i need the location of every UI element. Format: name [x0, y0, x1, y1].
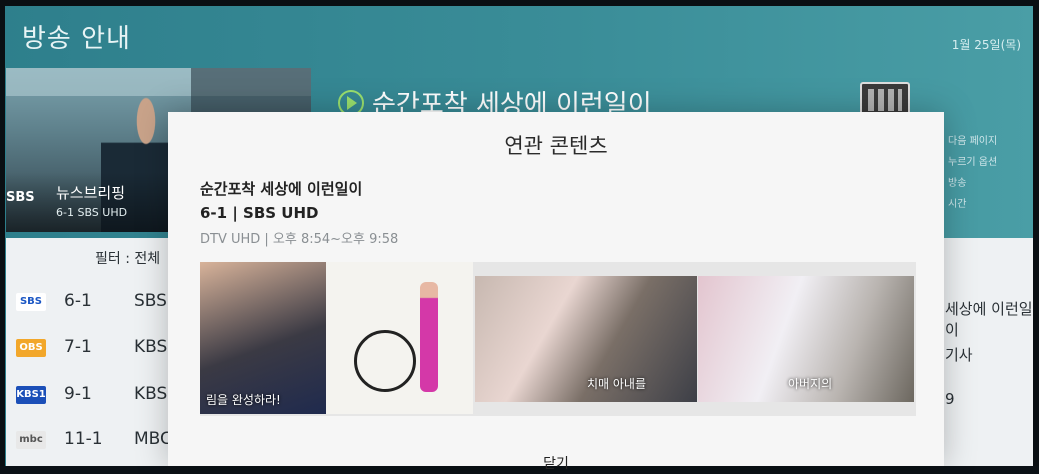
thumbnail-caption: 아버지의	[788, 377, 833, 391]
thumbnail-strip: 림을 완성하라! 치매 아내를 아버지의	[200, 262, 916, 416]
dialog-title: 연관 콘텐츠	[504, 134, 608, 158]
channel-name: MBC	[134, 429, 172, 449]
channel-number: 7-1	[64, 337, 92, 357]
dialog-program-name: 순간포착 세상에 이런일이	[200, 180, 363, 198]
close-button[interactable]: 닫기	[506, 452, 606, 474]
channel-name: SBS	[134, 291, 167, 311]
program-info: 세상에 이런일이	[945, 300, 1033, 339]
tv-bezel	[0, 0, 1039, 6]
channel-number: 9-1	[64, 384, 92, 404]
channel-number: 11-1	[64, 429, 103, 449]
channel-row[interactable]: KBS1 9-1 KBS1	[6, 375, 186, 415]
sbs-logo: SBS	[6, 190, 35, 205]
side-menu-item[interactable]: 다음 페이지	[948, 132, 1033, 153]
illustration-figure	[420, 282, 438, 392]
channel-row[interactable]: mbc 11-1 MBC	[6, 420, 186, 460]
thumbnail[interactable]: 치매 아내를	[475, 276, 697, 402]
channel-logo: mbc	[16, 431, 46, 449]
thumbnail[interactable]: 아버지의	[698, 276, 914, 402]
channel-row[interactable]: SBS 6-1 SBS	[6, 282, 186, 322]
side-menu: 다음 페이지 누르기 옵션 방송 시간	[948, 132, 1033, 216]
current-channel: 6-1 SBS UHD	[56, 206, 128, 219]
channel-logo: SBS	[16, 293, 46, 311]
dialog-channel: 6-1 | SBS UHD	[200, 204, 319, 222]
side-menu-item[interactable]: 시간	[948, 195, 1033, 216]
channel-row[interactable]: OBS 7-1 KBS2	[6, 328, 186, 368]
page-title: 방송 안내	[22, 24, 131, 54]
side-menu-item[interactable]: 방송	[948, 174, 1033, 195]
tv-bezel-left	[0, 0, 5, 466]
program-info: 9	[945, 390, 955, 408]
side-menu-item[interactable]: 누르기 옵션	[948, 153, 1033, 174]
related-content-dialog: 연관 콘텐츠 순간포착 세상에 이런일이 6-1 | SBS UHD DTV U…	[168, 112, 944, 472]
date-label: 1월 25일(목)	[951, 38, 1021, 52]
channel-logo: KBS1	[16, 386, 46, 404]
thumbnail-caption: 림을 완성하라!	[206, 393, 281, 407]
channel-number: 6-1	[64, 291, 92, 311]
channel-logo: OBS	[16, 339, 46, 357]
thumbnail-caption: 치매 아내를	[587, 377, 647, 391]
dialog-time: DTV UHD | 오후 8:54~오후 9:58	[200, 232, 399, 247]
thumbnail[interactable]	[326, 262, 473, 414]
illustration-stroller	[354, 330, 416, 392]
tv-bezel-right	[1033, 0, 1039, 466]
thumbnail[interactable]: 림을 완성하라!	[200, 262, 326, 414]
filter-label[interactable]: 필터 : 전체	[95, 248, 160, 268]
preview-background	[191, 68, 311, 118]
program-info: 기사	[945, 346, 973, 364]
current-program-name: 뉴스브리핑	[56, 184, 126, 202]
